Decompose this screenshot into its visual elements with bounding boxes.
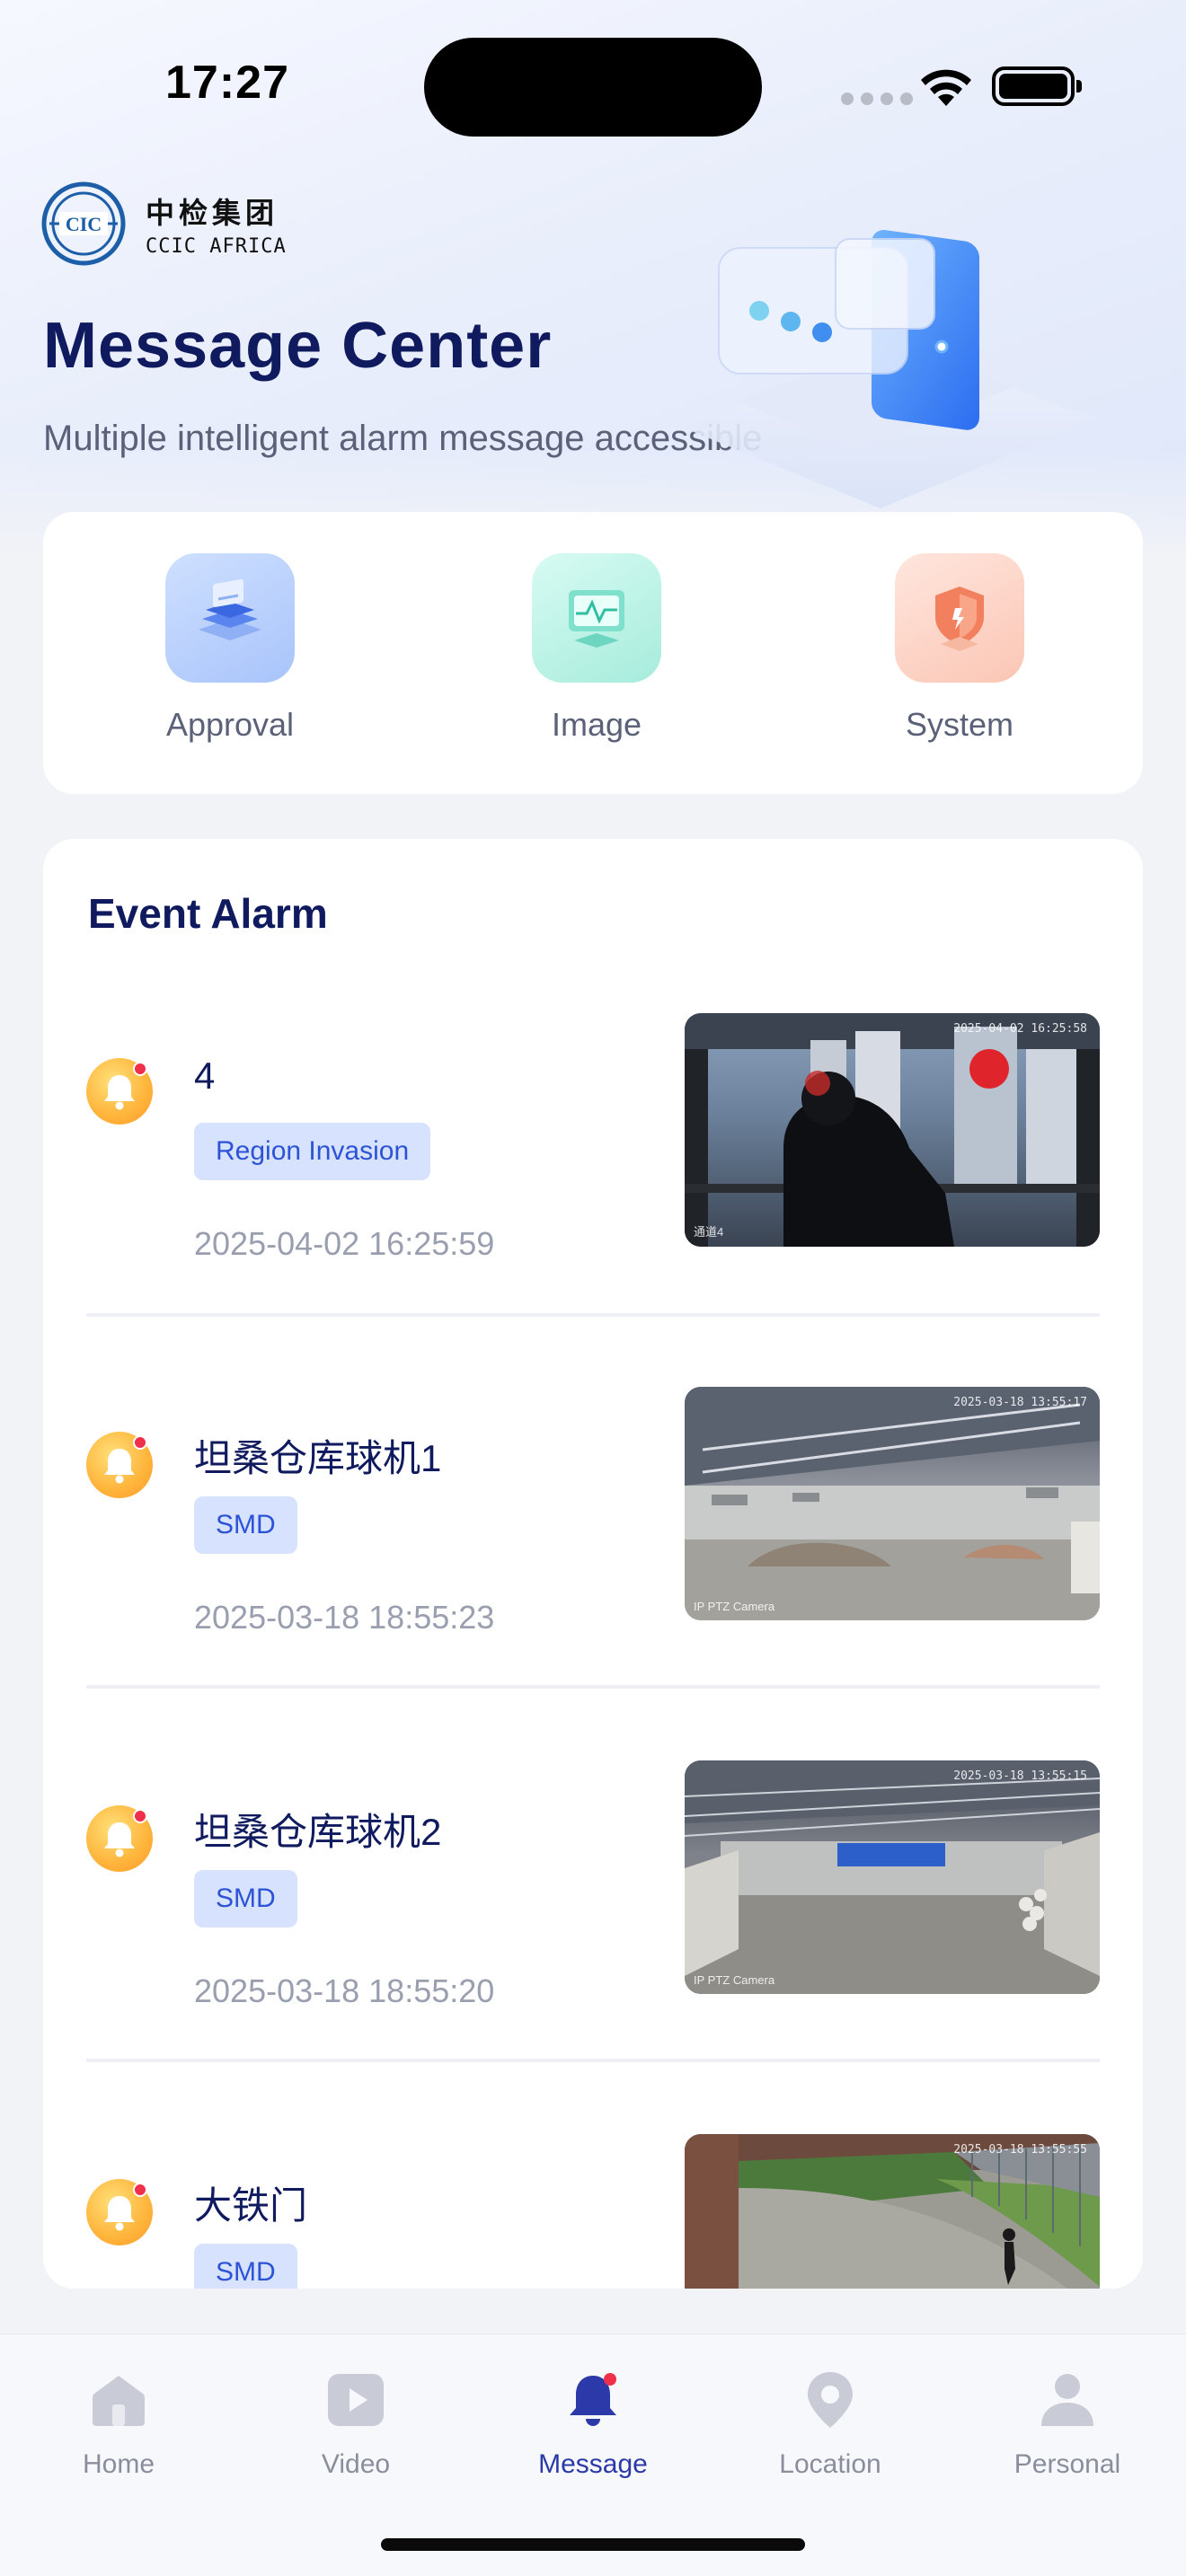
tab-personal-label: Personal [1013, 2449, 1121, 2479]
alarm-snapshot[interactable]: 2025-03-18 13:55:55 [685, 2134, 1100, 2289]
alarm-time: 2025-03-18 18:55:20 [194, 1972, 495, 2009]
alarm-item[interactable]: 坦桑仓库球机2 SMD 2025-03-18 18:55:20 2025-03-… [43, 1760, 1143, 2134]
tab-personal[interactable]: Personal [978, 2370, 1157, 2480]
event-alarm-card: Event Alarm 4 Region Invasion 2025-04-02… [43, 839, 1143, 2289]
alarm-time: 2025-03-18 18:55:23 [194, 1599, 495, 1636]
divider [86, 1313, 1100, 1317]
snapshot-timestamp: 2025-04-02 16:25:58 [953, 1022, 1087, 1036]
person-icon [1041, 2374, 1093, 2426]
alarm-type-tag: Region Invasion [194, 1123, 431, 1180]
page-title: Message Center [43, 310, 553, 382]
snapshot-timestamp: 2025-03-18 13:55:17 [953, 1396, 1087, 1409]
snapshot-camera-label: IP PTZ Camera [694, 1600, 775, 1613]
home-icon [93, 2376, 145, 2426]
cellular-signal-icon [841, 93, 913, 105]
tab-home-label: Home [82, 2449, 155, 2479]
alarm-device-name: 大铁门 [194, 2184, 308, 2227]
category-approval-label: Approval [165, 706, 295, 743]
brand-name-cn: 中检集团 [146, 196, 279, 229]
alarm-item[interactable]: 坦桑仓库球机1 SMD 2025-03-18 18:55:23 2025-03-… [43, 1387, 1143, 1760]
event-alarm-title: Event Alarm [88, 890, 328, 937]
brand-name-en: CCIC AFRICA [146, 234, 287, 258]
tab-message[interactable]: Message [503, 2370, 683, 2480]
category-system-label: System [905, 706, 1014, 743]
system-shield-icon [895, 553, 1024, 683]
snapshot-timestamp: 2025-03-18 13:55:15 [953, 1769, 1087, 1783]
battery-icon [992, 66, 1082, 106]
alarm-bell-icon [86, 1058, 153, 1125]
alarm-bell-icon [86, 1432, 153, 1498]
wifi-icon [921, 69, 971, 106]
alarm-bell-icon [86, 1805, 153, 1872]
divider [86, 1685, 1100, 1689]
category-approval[interactable]: Approval [131, 553, 329, 744]
message-illustration-icon [683, 230, 1096, 508]
alarm-item[interactable]: 4 Region Invasion 2025-04-02 16:25:59 20… [43, 1013, 1143, 1387]
tab-video-label: Video [321, 2449, 391, 2479]
category-image-label: Image [551, 706, 642, 743]
message-categories-card: Approval Image System [43, 512, 1143, 794]
tab-location[interactable]: Location [740, 2370, 920, 2480]
bell-icon [570, 2373, 616, 2426]
location-pin-icon [808, 2372, 853, 2428]
alarm-device-name: 坦桑仓库球机1 [194, 1437, 442, 1479]
alarm-device-name: 坦桑仓库球机2 [194, 1811, 442, 1853]
divider [86, 2059, 1100, 2062]
alarm-bell-icon [86, 2179, 153, 2245]
alarm-time: 2025-04-02 16:25:59 [194, 1225, 495, 1262]
approval-icon [165, 553, 295, 683]
video-icon [328, 2374, 384, 2426]
tab-message-label: Message [538, 2449, 648, 2479]
alarm-device-name: 4 [194, 1054, 216, 1097]
alarm-snapshot[interactable]: 2025-03-18 13:55:15 IP PTZ Camera [685, 1760, 1100, 1994]
ccic-logo-icon: CIC [41, 181, 126, 266]
alarm-type-tag: SMD [194, 1870, 297, 1928]
alarm-item[interactable]: 大铁门 SMD 2025-03-18 13:55:55 [43, 2134, 1143, 2289]
snapshot-camera-label: 通道4 [694, 1225, 724, 1239]
brand-logo: CIC 中检集团 CCIC AFRICA [41, 181, 287, 266]
status-time: 17:27 [165, 57, 289, 109]
tab-home[interactable]: Home [29, 2370, 208, 2480]
snapshot-timestamp: 2025-03-18 13:55:55 [953, 2143, 1087, 2157]
snapshot-camera-label: IP PTZ Camera [694, 1973, 775, 1987]
dynamic-island [424, 38, 762, 137]
alarm-type-tag: SMD [194, 1496, 297, 1554]
alarm-snapshot[interactable]: 2025-04-02 16:25:58 通道4 [685, 1013, 1100, 1247]
alarm-snapshot[interactable]: 2025-03-18 13:55:17 IP PTZ Camera [685, 1387, 1100, 1620]
tab-location-label: Location [779, 2449, 881, 2479]
image-icon [532, 553, 661, 683]
home-indicator [381, 2538, 805, 2551]
category-system[interactable]: System [861, 553, 1058, 744]
logo-mark-text: CIC [66, 213, 102, 235]
tab-video[interactable]: Video [266, 2370, 446, 2480]
alarm-type-tag: SMD [194, 2244, 297, 2289]
category-image[interactable]: Image [498, 553, 695, 744]
